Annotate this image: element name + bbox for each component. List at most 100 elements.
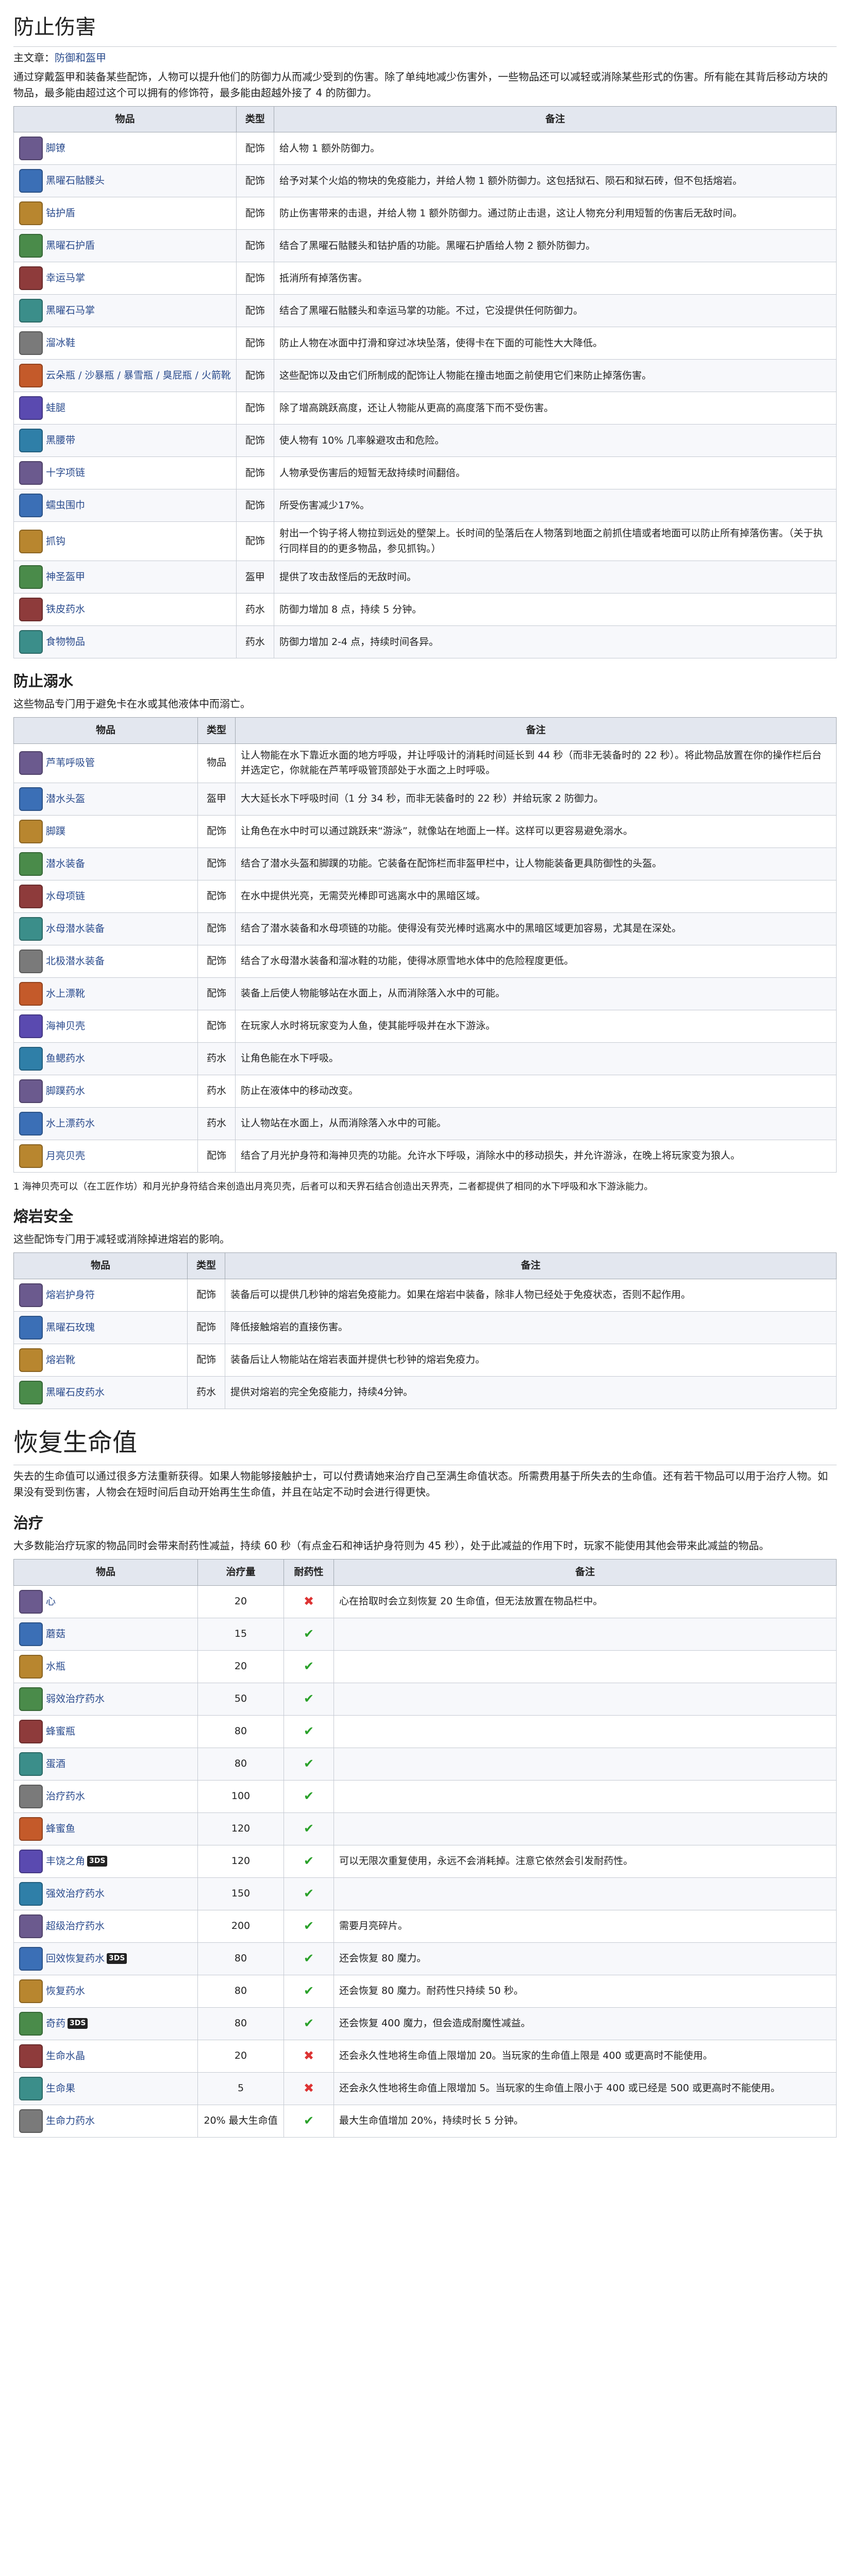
potion-sickness-cell: ✔ <box>284 2007 334 2040</box>
item-link[interactable]: 神圣盔甲 <box>46 571 85 583</box>
item-note: 人物承受伤害后的短暂无敌持续时间翻倍。 <box>273 456 837 490</box>
table-row: 脚蹼药水 药水 防止在液体中的移动改变。 <box>13 1074 837 1108</box>
item-type: 配饰 <box>236 456 274 490</box>
item-link[interactable]: 水上漂药水 <box>46 1117 95 1129</box>
item-icon <box>19 429 43 453</box>
item-link[interactable]: 黑曜石护盾 <box>46 240 95 251</box>
heal-amount: 80 <box>197 1747 284 1781</box>
item-link[interactable]: 熔岩护身符 <box>46 1289 95 1300</box>
item-link[interactable]: 蛋酒 <box>46 1758 65 1769</box>
item-link[interactable]: 钴护盾 <box>46 208 75 219</box>
column-header-item: 物品 <box>13 717 198 744</box>
item-link[interactable]: 丰饶之角 <box>46 1855 85 1867</box>
item-link[interactable]: 潜水装备 <box>46 858 85 869</box>
item-note: 最大生命值增加 20%，持续时长 5 分钟。 <box>334 2104 837 2138</box>
platform-tag: 3DS <box>87 1855 108 1867</box>
column-header-item: 物品 <box>13 1252 188 1279</box>
item-link[interactable]: 黑曜石皮药水 <box>46 1386 105 1398</box>
item-type: 配饰 <box>236 197 274 230</box>
item-cell: 黑曜石骷髅头 <box>13 164 237 198</box>
item-link[interactable]: 生命果 <box>46 2082 75 2094</box>
item-cell: 潜水装备 <box>13 847 198 880</box>
item-link[interactable]: 食物物品 <box>46 636 85 648</box>
item-link[interactable]: 黑曜石玫瑰 <box>46 1321 95 1333</box>
item-cell: 生命水晶 <box>13 2039 198 2073</box>
item-cell: 神圣盔甲 <box>13 561 237 594</box>
item-icon <box>19 630 43 654</box>
item-link[interactable]: 超级治疗药水 <box>46 1920 105 1931</box>
item-link[interactable]: 熔岩靴 <box>46 1354 75 1365</box>
item-link[interactable]: 蜂蜜瓶 <box>46 1725 75 1737</box>
item-link[interactable]: 芦苇呼吸管 <box>46 757 95 769</box>
item-link[interactable]: 黑曜石骷髅头 <box>46 175 105 187</box>
table-row: 幸运马掌 配饰 抵消所有掉落伤害。 <box>13 262 837 295</box>
item-note: 防止在液体中的移动改变。 <box>235 1074 837 1108</box>
section-intro: 失去的生命值可以通过很多方法重新获得。如果人物能够接触护士，可以付费请她来治疗自… <box>13 1470 828 1499</box>
item-note: 让人物站在水面上，从而消除落入水中的可能。 <box>235 1107 837 1140</box>
item-link[interactable]: 蜂蜜鱼 <box>46 1823 75 1834</box>
item-link[interactable]: 蠕虫围巾 <box>46 500 85 511</box>
item-link[interactable]: 云朵瓶 / 沙暴瓶 / 暴雪瓶 / 臭屁瓶 / 火箭靴 <box>46 370 231 381</box>
item-note: 防止人物在冰面中打滑和穿过冰块坠落，使得卡在下面的可能性大大降低。 <box>273 327 837 360</box>
check-icon: ✔ <box>303 1854 314 1868</box>
item-link[interactable]: 水瓶 <box>46 1660 65 1672</box>
potion-sickness-cell: ✔ <box>284 1844 334 1878</box>
item-link[interactable]: 水上漂靴 <box>46 988 85 999</box>
column-header-note: 备注 <box>334 1559 837 1586</box>
item-link[interactable]: 黑曜石马掌 <box>46 305 95 316</box>
item-icon <box>19 1079 43 1103</box>
table-row: 十字项链 配饰 人物承受伤害后的短暂无敌持续时间翻倍。 <box>13 456 837 490</box>
main-article-link[interactable]: 防御和盔甲 <box>55 52 106 64</box>
item-link[interactable]: 溜冰鞋 <box>46 337 75 349</box>
item-link[interactable]: 心 <box>46 1596 56 1607</box>
item-type: 配饰 <box>197 912 236 945</box>
item-note: 大大延长水下呼吸时间（1 分 34 秒，而非无装备时的 22 秒）并给玩家 2 … <box>235 782 837 816</box>
item-icon <box>19 884 43 908</box>
item-link[interactable]: 蘑菇 <box>46 1628 65 1639</box>
item-link[interactable]: 脚蹼药水 <box>46 1085 85 1096</box>
potion-sickness-cell: ✔ <box>284 1715 334 1748</box>
table-row: 心 20 ✖ 心在拾取时会立刻恢复 20 生命值，但无法放置在物品栏中。 <box>13 1585 837 1618</box>
item-icon <box>19 1849 43 1873</box>
item-link[interactable]: 脚蹼 <box>46 825 65 837</box>
item-type: 配饰 <box>236 229 274 263</box>
item-cell: 丰饶之角 3DS <box>13 1844 198 1878</box>
item-link[interactable]: 北极潜水装备 <box>46 955 105 967</box>
item-link[interactable]: 蛙腿 <box>46 402 65 414</box>
item-link[interactable]: 黑腰带 <box>46 435 75 446</box>
item-link[interactable]: 抓钩 <box>46 535 65 547</box>
item-note: 可以无限次重复使用，永远不会消耗掉。注意它依然会引发耐药性。 <box>334 1844 837 1878</box>
item-link[interactable]: 回效恢复药水 <box>46 1953 105 1964</box>
item-type: 配饰 <box>236 392 274 425</box>
table-row: 生命果 5 ✖ 还会永久性地将生命值上限增加 5。当玩家的生命值上限小于 400 或已… <box>13 2072 837 2105</box>
item-link[interactable]: 治疗药水 <box>46 1790 85 1802</box>
item-icon <box>19 819 43 843</box>
item-link[interactable]: 幸运马掌 <box>46 273 85 284</box>
item-link[interactable]: 脚镣 <box>46 143 65 154</box>
item-cell: 蜂蜜鱼 <box>13 1812 198 1845</box>
item-link[interactable]: 潜水头盔 <box>46 793 85 804</box>
item-link[interactable]: 弱效治疗药水 <box>46 1693 105 1704</box>
item-type: 药水 <box>236 593 274 626</box>
item-link[interactable]: 生命力药水 <box>46 2115 95 2126</box>
check-icon: ✔ <box>303 1919 314 1933</box>
item-link[interactable]: 鱼鳃药水 <box>46 1053 85 1064</box>
item-link[interactable]: 海神贝壳 <box>46 1020 85 1031</box>
item-link[interactable]: 铁皮药水 <box>46 604 85 615</box>
table-row: 生命水晶 20 ✖ 还会永久性地将生命值上限增加 20。当玩家的生命值上限是 400 … <box>13 2039 837 2073</box>
item-link[interactable]: 奇药 <box>46 2018 65 2029</box>
item-cell: 熔岩护身符 <box>13 1278 188 1312</box>
item-link[interactable]: 水母潜水装备 <box>46 923 105 934</box>
table-row: 治疗药水 100 ✔ <box>13 1780 837 1813</box>
column-header-type: 类型 <box>197 717 236 744</box>
item-cell: 黑曜石护盾 <box>13 229 237 263</box>
item-link[interactable]: 生命水晶 <box>46 2050 85 2061</box>
item-link[interactable]: 恢复药水 <box>46 1985 85 1996</box>
table-row: 丰饶之角 3DS 120 ✔ 可以无限次重复使用，永远不会消耗掉。注意它依然会引发耐药性… <box>13 1844 837 1878</box>
item-cell: 溜冰鞋 <box>13 327 237 360</box>
item-link[interactable]: 十字项链 <box>46 467 85 479</box>
item-type: 配饰 <box>187 1278 225 1312</box>
item-link[interactable]: 月亮贝壳 <box>46 1150 85 1161</box>
item-link[interactable]: 强效治疗药水 <box>46 1888 105 1899</box>
item-link[interactable]: 水母项链 <box>46 890 85 902</box>
